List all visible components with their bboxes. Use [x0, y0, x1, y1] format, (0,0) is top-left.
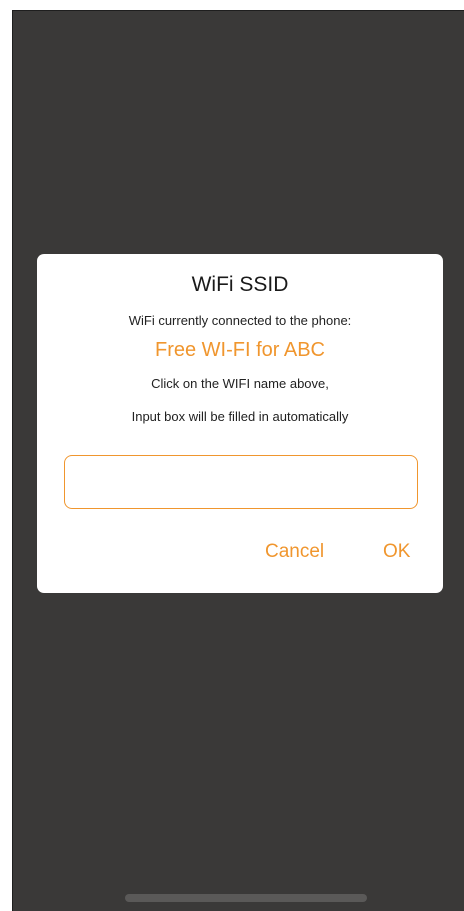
wifi-ssid-dialog: WiFi SSID WiFi currently connected to th…	[37, 254, 443, 593]
ok-button[interactable]: OK	[383, 540, 410, 564]
dialog-title: WiFi SSID	[191, 273, 289, 296]
hint-line-1: Click on the WIFI name above,	[151, 376, 329, 391]
dialog-subtitle: WiFi currently connected to the phone:	[128, 313, 352, 328]
connected-wifi-name-link[interactable]: Free WI-FI for ABC	[37, 337, 443, 363]
home-indicator[interactable]	[125, 894, 367, 902]
screen-backdrop: WiFi SSID WiFi currently connected to th…	[12, 10, 464, 911]
hint-line-2: Input box will be filled in automaticall…	[131, 409, 349, 424]
ssid-input[interactable]	[64, 455, 418, 509]
cancel-button[interactable]: Cancel	[265, 540, 324, 564]
